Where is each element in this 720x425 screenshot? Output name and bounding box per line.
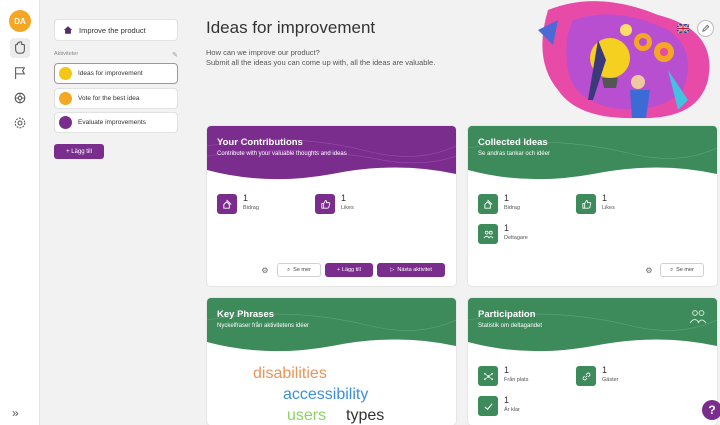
activity-dot-icon <box>59 92 72 105</box>
activity-item-ideas[interactable]: Ideas for improvement <box>54 63 178 84</box>
contribution-icon <box>478 194 498 214</box>
card-subtitle: Statistik om deltagandet <box>478 323 543 329</box>
next-icon: ▷ <box>390 267 395 273</box>
subtitle-line: Submit all the ideas you can come up wit… <box>206 58 436 67</box>
search-icon: ⌕ <box>287 266 291 273</box>
network-icon <box>478 366 498 386</box>
stat-label: Gäster <box>602 377 619 383</box>
expand-chevron-icon[interactable]: » <box>12 406 19 420</box>
ai-brain-icon[interactable] <box>10 88 30 108</box>
stat-participants[interactable]: 1 Deltagare <box>478 224 528 244</box>
stat-label: Likes <box>341 205 354 211</box>
page-subtitle: How can we improve our product? Submit a… <box>206 48 435 68</box>
card-subtitle: Contribute with your valuable thoughts a… <box>217 151 347 157</box>
thumbs-up-icon <box>576 194 596 214</box>
stat-label: Bidrag <box>243 205 259 211</box>
hand-icon[interactable] <box>10 38 30 58</box>
button-label: Se mer <box>676 267 694 273</box>
checkmark-icon <box>478 396 498 416</box>
key-phrases-card: Key Phrases Nyckelfraser från aktivitete… <box>207 298 456 425</box>
product-label: Improve the product <box>79 25 146 35</box>
contributions-card: Your Contributions Contribute with your … <box>207 126 456 286</box>
subtitle-line: How can we improve our product? <box>206 48 320 57</box>
stat-likes[interactable]: 1 Likes <box>315 194 354 214</box>
people-icon <box>689 310 707 324</box>
activity-item-evaluate[interactable]: Evaluate improvements <box>54 112 178 133</box>
card-header: Collected Ideas Se andras tankar och idé… <box>468 126 717 184</box>
see-more-button[interactable]: ⌕ Se mer <box>277 263 321 277</box>
stat-label: Deltagare <box>504 235 528 241</box>
collected-ideas-card: Collected Ideas Se andras tankar och idé… <box>468 126 717 286</box>
pencil-icon[interactable]: ✎ <box>172 51 178 59</box>
product-home-button[interactable]: Improve the product <box>54 19 178 41</box>
settings-gear-icon[interactable]: ⚙ <box>258 263 272 277</box>
flag-icon[interactable] <box>10 63 30 83</box>
card-title: Collected Ideas <box>478 137 548 148</box>
activity-panel: Improve the product Aktiviteter ✎ Ideas … <box>40 0 192 425</box>
stat-done[interactable]: 1 Är klar <box>478 396 520 416</box>
card-header: Your Contributions Contribute with your … <box>207 126 456 184</box>
stat-guests[interactable]: 1 Gäster <box>576 366 619 386</box>
activity-label: Ideas for improvement <box>78 70 143 77</box>
activity-label: Evaluate improvements <box>78 119 146 126</box>
stat-onsite[interactable]: 1 Från plats <box>478 366 528 386</box>
home-icon <box>63 26 73 34</box>
card-subtitle: Nyckelfraser från aktivitetens idéer <box>217 323 310 329</box>
activity-item-vote[interactable]: Vote for the best idea <box>54 88 178 109</box>
help-button[interactable]: ? <box>702 400 720 420</box>
stat-count: 1 <box>341 193 347 203</box>
hero-illustration <box>538 1 710 119</box>
see-more-button[interactable]: ⌕ Se mer <box>660 263 704 277</box>
activities-heading: Aktiviteter <box>54 51 79 57</box>
language-flag-icon[interactable] <box>676 22 690 34</box>
stat-count: 1 <box>602 193 608 203</box>
stat-count: 1 <box>243 193 249 203</box>
card-title: Key Phrases <box>217 309 275 320</box>
stat-label: Likes <box>602 205 615 211</box>
activities-header: Aktiviteter ✎ <box>54 51 178 59</box>
contribution-icon <box>217 194 237 214</box>
activity-dot-icon <box>59 116 72 129</box>
stat-likes[interactable]: 1 Likes <box>576 194 615 214</box>
link-icon <box>576 366 596 386</box>
card-title: Participation <box>478 309 536 320</box>
stat-label: Bidrag <box>504 205 520 211</box>
stat-count: 1 <box>504 395 510 405</box>
activity-label: Vote for the best idea <box>78 95 140 102</box>
card-subtitle: Se andras tankar och idéer <box>478 151 551 157</box>
thumbs-up-icon <box>315 194 335 214</box>
word-cloud-word: types <box>346 407 385 424</box>
participation-card: Participation Statistik om deltagandet 1… <box>468 298 717 425</box>
stat-count: 1 <box>504 193 510 203</box>
search-icon: ⌕ <box>670 266 674 273</box>
stat-count: 1 <box>504 223 510 233</box>
card-header: Key Phrases Nyckelfraser från aktivitete… <box>207 298 456 356</box>
button-label: Nästa aktivitet <box>397 267 432 273</box>
add-contribution-button[interactable]: + Lägg till <box>325 263 373 277</box>
next-activity-button[interactable]: ▷ Nästa aktivitet <box>377 263 445 277</box>
word-cloud-word: accessibility <box>283 386 369 403</box>
stat-label: Från plats <box>504 377 529 383</box>
button-label: Se mer <box>293 267 311 273</box>
icon-rail: DA » <box>0 0 40 425</box>
add-activity-button[interactable]: + Lägg till <box>54 144 104 159</box>
people-icon <box>478 224 498 244</box>
activity-dot-icon <box>59 67 72 80</box>
card-title: Your Contributions <box>217 137 303 148</box>
settings-gear-icon[interactable] <box>10 113 30 133</box>
card-header: Participation Statistik om deltagandet <box>468 298 717 356</box>
stat-bidrag[interactable]: 1 Bidrag <box>217 194 259 214</box>
stat-count: 1 <box>602 365 608 375</box>
stat-count: 1 <box>504 365 510 375</box>
word-cloud-word: users <box>287 407 327 424</box>
stat-bidrag[interactable]: 1 Bidrag <box>478 194 520 214</box>
page-title: Ideas for improvement <box>206 18 376 37</box>
stat-label: Är klar <box>504 407 520 413</box>
word-cloud-word: disabilities <box>253 365 327 382</box>
edit-pencil-icon[interactable] <box>697 20 714 37</box>
user-avatar[interactable]: DA <box>9 10 31 32</box>
settings-gear-icon[interactable]: ⚙ <box>642 263 656 277</box>
